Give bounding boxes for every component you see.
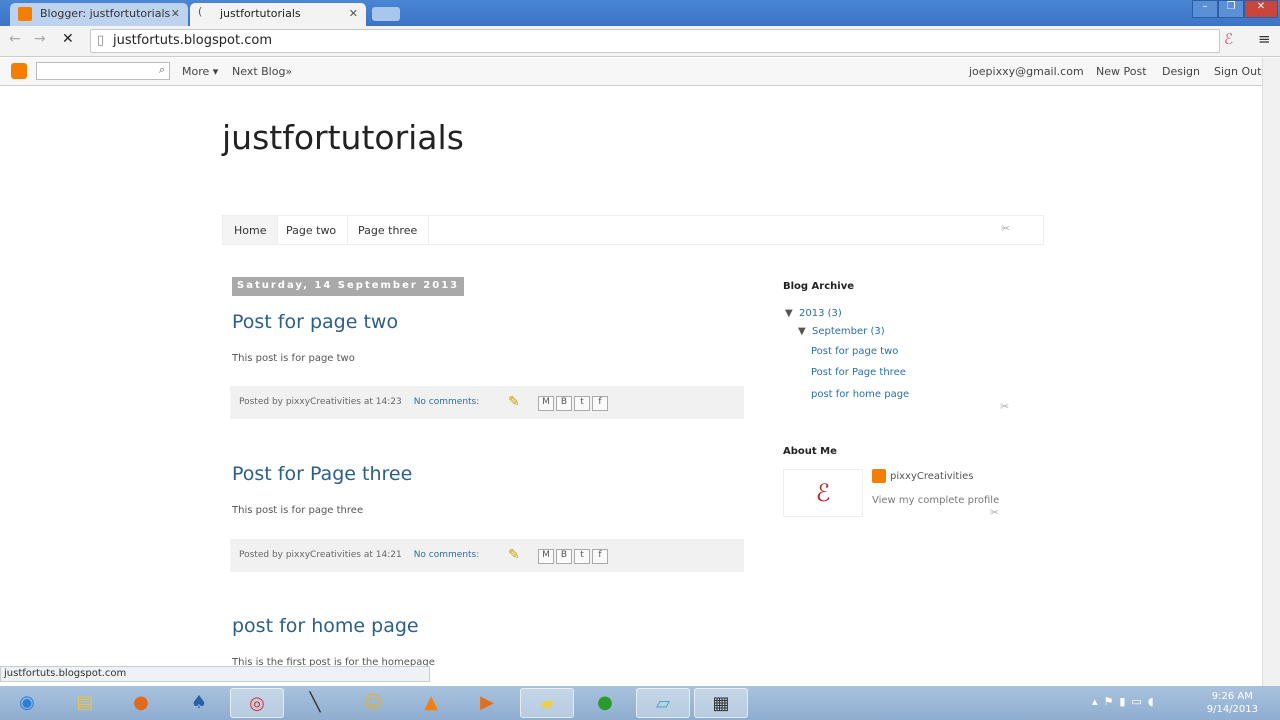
- edit-pencil-icon[interactable]: ✎: [508, 394, 520, 410]
- archive-heading: Blog Archive: [783, 281, 855, 292]
- email-share-icon[interactable]: M: [538, 549, 554, 564]
- blogthis-share-icon[interactable]: B: [556, 549, 572, 564]
- forward-icon[interactable]: →: [34, 31, 46, 47]
- archive-link[interactable]: Post for page two: [811, 346, 898, 357]
- recorder-icon[interactable]: ▦: [694, 688, 748, 718]
- start-button[interactable]: ◉: [0, 688, 54, 718]
- scrollbar[interactable]: [1262, 58, 1280, 686]
- twitter-share-icon[interactable]: t: [574, 396, 590, 411]
- search-icon[interactable]: ⌕: [159, 63, 165, 77]
- chrome-icon[interactable]: ◎: [230, 688, 284, 718]
- stop-icon[interactable]: ✕: [62, 31, 74, 47]
- post-body: This post is for page two: [232, 353, 355, 364]
- more-menu[interactable]: More ▾: [182, 65, 218, 78]
- taskbar: ◉ ▤ ● ♠ ◎ ╲ ☺ ▲ ▶ ▰ ● ▱ ▦ ▴⚑▮▭◖: [0, 686, 1280, 720]
- app-icon[interactable]: ♠: [172, 688, 226, 718]
- expand-toggle-icon[interactable]: ▼: [785, 308, 793, 319]
- tab-page-two[interactable]: Page two: [275, 216, 349, 244]
- twitter-share-icon[interactable]: t: [574, 549, 590, 564]
- edit-pencil-icon[interactable]: ✎: [508, 547, 520, 563]
- new-tab-button[interactable]: [372, 7, 400, 21]
- glo-icon[interactable]: ●: [578, 688, 632, 718]
- user-email: joepixxy@gmail.com: [969, 65, 1084, 78]
- post-author: Posted by pixxyCreativities at 14:23: [239, 397, 402, 407]
- profile-name[interactable]: pixxyCreativities: [890, 471, 974, 482]
- archive-link[interactable]: post for home page: [811, 389, 909, 400]
- tab-home[interactable]: Home: [223, 216, 279, 244]
- comments-link[interactable]: No comments:: [414, 550, 480, 560]
- folder-icon[interactable]: ▰: [520, 688, 574, 718]
- blogger-profile-icon: [872, 469, 886, 483]
- about-heading: About Me: [783, 446, 837, 457]
- archive-year[interactable]: 2013 (3): [799, 308, 842, 319]
- app-icon[interactable]: ☺: [346, 688, 400, 718]
- tab-strip: Blogger: justfortutorials - ✕ (justfortut…: [0, 0, 1280, 26]
- post-author: Posted by pixxyCreativities at 14:21: [239, 550, 402, 560]
- clock-date: 9/14/2013: [1206, 704, 1258, 715]
- archive-month[interactable]: September (3): [812, 326, 885, 337]
- tab-page-three[interactable]: Page three: [347, 216, 430, 244]
- restore-button[interactable]: ❐: [1218, 0, 1244, 18]
- edit-gadget-icon[interactable]: ✂: [1000, 400, 1009, 413]
- facebook-share-icon[interactable]: f: [592, 549, 608, 564]
- edit-gadget-icon[interactable]: ✂: [990, 506, 999, 519]
- page-icon: ▯: [97, 33, 105, 48]
- post-title[interactable]: post for home page: [232, 615, 419, 637]
- profile-avatar[interactable]: ℰ: [783, 469, 863, 517]
- window-icon[interactable]: ▱: [636, 688, 690, 718]
- post-title[interactable]: Post for Page three: [232, 463, 412, 485]
- explorer-icon[interactable]: ▤: [58, 688, 112, 718]
- status-bar: justfortuts.blogspot.com: [0, 666, 430, 682]
- firefox-icon[interactable]: ●: [114, 688, 168, 718]
- microphone-icon[interactable]: ╲: [288, 688, 342, 718]
- menu-icon[interactable]: ≡: [1258, 30, 1271, 48]
- close-window-button[interactable]: ✕: [1244, 0, 1278, 18]
- post-title[interactable]: Post for page two: [232, 311, 398, 333]
- archive-link[interactable]: Post for Page three: [811, 367, 906, 378]
- email-share-icon[interactable]: M: [538, 396, 554, 411]
- back-icon[interactable]: ←: [9, 31, 21, 47]
- view-profile-link[interactable]: View my complete profile: [872, 495, 999, 506]
- new-post-link[interactable]: New Post: [1096, 65, 1147, 78]
- tab-blogger[interactable]: Blogger: justfortutorials - ✕: [10, 3, 188, 26]
- vlc-icon[interactable]: ▲: [404, 688, 458, 718]
- post-footer: Posted by pixxyCreativities at 14:21 No c…: [230, 539, 744, 572]
- blogger-logo-icon[interactable]: [11, 63, 27, 79]
- edit-gadget-icon[interactable]: ✂: [1001, 222, 1010, 235]
- extension-icon[interactable]: ℰ: [1224, 30, 1233, 48]
- tab-label: justfortutorials: [220, 7, 301, 20]
- clock-time: 9:26 AM: [1211, 691, 1253, 702]
- expand-toggle-icon[interactable]: ▼: [798, 326, 806, 337]
- page-tabs: Home Page two Page three ✂: [222, 215, 1044, 245]
- blog-search-input[interactable]: ⌕: [36, 62, 170, 80]
- tray-icons[interactable]: ▴⚑▮▭◖: [1092, 695, 1160, 708]
- post-date: Saturday, 14 September 2013: [232, 277, 465, 296]
- tab-justfortutorials[interactable]: ( justfortutorials ✕: [190, 3, 366, 26]
- sign-out-link[interactable]: Sign Out: [1214, 65, 1261, 78]
- blogger-icon: [18, 7, 32, 21]
- next-blog-link[interactable]: Next Blog»: [232, 65, 292, 78]
- media-icon[interactable]: ▶: [460, 688, 514, 718]
- design-link[interactable]: Design: [1162, 65, 1200, 78]
- address-bar[interactable]: ▯ justfortuts.blogspot.com: [90, 29, 1220, 53]
- tab-label: Blogger: justfortutorials -: [40, 7, 178, 20]
- comments-link[interactable]: No comments:: [414, 397, 480, 407]
- minimize-button[interactable]: –: [1192, 0, 1218, 18]
- loading-icon: (: [198, 5, 203, 18]
- blogthis-share-icon[interactable]: B: [556, 396, 572, 411]
- post-body: This post is for page three: [232, 505, 364, 516]
- url-text: justfortuts.blogspot.com: [113, 33, 272, 48]
- clock[interactable]: 9:26 AM 9/14/2013: [1207, 690, 1258, 716]
- facebook-share-icon[interactable]: f: [592, 396, 608, 411]
- post-footer: Posted by pixxyCreativities at 14:23 No c…: [230, 386, 744, 419]
- close-icon[interactable]: ✕: [171, 7, 180, 20]
- close-icon[interactable]: ✕: [349, 7, 358, 20]
- blog-title[interactable]: justfortutorials: [222, 118, 464, 157]
